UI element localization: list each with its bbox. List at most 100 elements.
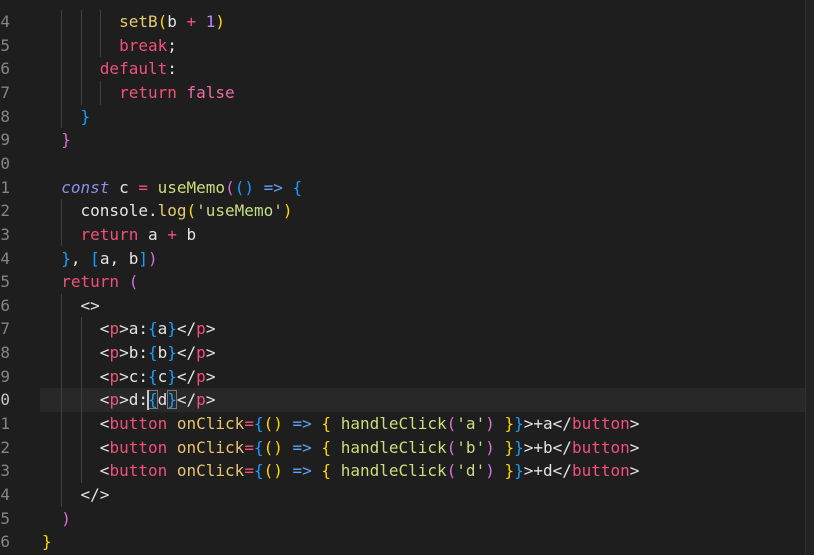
code-token: ] [138, 248, 148, 268]
code-token: } [167, 343, 177, 363]
line-number[interactable]: 6 [0, 294, 10, 318]
line-number[interactable]: 5 [0, 34, 10, 58]
code-line[interactable]: return false [42, 80, 235, 105]
code-token: >c: [119, 366, 148, 386]
line-number[interactable]: 0 [0, 388, 10, 412]
code-token: < [99, 414, 110, 434]
code-token: console. [80, 201, 158, 221]
code-editor[interactable]: setB(b + 1) break; default: return false… [0, 0, 814, 555]
line-number[interactable]: 7 [0, 317, 10, 341]
line-number[interactable]: 3 [0, 459, 10, 483]
code-token: ) [282, 201, 293, 221]
line-number[interactable]: 9 [0, 128, 10, 152]
code-token: </ [176, 390, 197, 410]
code-line[interactable]: break; [42, 33, 177, 58]
line-number[interactable]: 4 [0, 10, 10, 34]
code-token: } [504, 461, 515, 481]
code-token: onClick [176, 461, 245, 481]
code-token: p [196, 343, 206, 363]
code-line[interactable]: }, [a, b]) [42, 247, 158, 271]
line-number[interactable]: 3 [0, 223, 10, 247]
code-line[interactable]: return ( [42, 270, 138, 294]
code-line[interactable]: <p>a:{a}</p> [42, 317, 215, 342]
code-line[interactable]: <button onClick={() => { handleClick('b'… [42, 435, 639, 460]
line-number[interactable]: 5 [0, 270, 10, 294]
line-number[interactable]: 0 [0, 152, 10, 176]
code-token: 'd' [456, 461, 486, 481]
code-line[interactable]: </> [42, 483, 109, 507]
code-token: 'b' [456, 437, 486, 457]
code-token: < [99, 461, 110, 481]
line-number[interactable]: 2 [0, 436, 10, 460]
code-line[interactable]: ) [42, 507, 71, 531]
code-token: 1 [205, 12, 216, 31]
code-token: () [263, 461, 283, 481]
code-token: { [253, 437, 264, 457]
code-token: d [157, 390, 168, 410]
code-token: () [234, 177, 254, 197]
line-number[interactable]: 8 [0, 105, 10, 129]
code-token: } [42, 532, 52, 552]
code-token: { [147, 319, 158, 339]
code-token: p [109, 343, 120, 363]
code-line[interactable]: } [42, 128, 71, 152]
line-number[interactable]: 1 [0, 176, 10, 200]
code-line[interactable]: default: [42, 57, 177, 81]
line-number[interactable]: 1 [0, 412, 10, 436]
code-token: ( [186, 201, 197, 221]
code-token: onClick [176, 414, 245, 434]
code-token: </> [80, 485, 110, 504]
code-token: = [244, 461, 254, 481]
code-line[interactable]: const c = useMemo(() => { [42, 176, 302, 200]
code-line[interactable]: return a + b [42, 222, 196, 247]
line-number[interactable]: 6 [0, 57, 10, 81]
code-line[interactable]: <button onClick={() => { handleClick('a'… [42, 412, 639, 436]
code-line[interactable]: } [42, 530, 52, 554]
code-token: + [186, 12, 197, 31]
line-number[interactable]: 4 [0, 483, 10, 507]
code-token: return [80, 224, 139, 244]
code-line[interactable]: <> [42, 293, 100, 318]
code-token: ; [167, 35, 177, 55]
code-token: } [61, 130, 71, 150]
code-line[interactable]: <p>b:{b}</p> [42, 341, 215, 365]
code-line[interactable]: setB(b + 1) [42, 10, 225, 34]
code-token: => [292, 414, 312, 434]
line-number[interactable]: 9 [0, 365, 10, 389]
code-token: => [263, 177, 283, 197]
code-line[interactable]: <p>d:{d}</p> [42, 388, 215, 413]
code-token: button [571, 461, 630, 481]
code-token: default [99, 59, 168, 79]
code-line[interactable]: <p>c:{c}</p> [42, 364, 216, 389]
code-token: ) [147, 248, 158, 268]
code-token: > [205, 366, 216, 386]
line-number[interactable]: 4 [0, 247, 10, 271]
line-number[interactable]: 2 [0, 199, 10, 223]
code-token: </ [176, 366, 197, 386]
code-line[interactable]: console.log('useMemo') [42, 199, 292, 223]
line-number[interactable]: 8 [0, 341, 10, 365]
code-token: handleClick [340, 437, 447, 457]
code-line[interactable]: <button onClick={() => { handleClick('d'… [42, 459, 639, 483]
line-number[interactable]: 7 [0, 81, 10, 105]
code-token: c [157, 366, 168, 386]
vertical-scrollbar[interactable] [805, 0, 814, 555]
code-token: } [80, 106, 91, 126]
code-token: { [321, 461, 332, 481]
line-number[interactable]: 6 [0, 530, 10, 554]
code-token: p [196, 390, 206, 410]
line-number[interactable]: 5 [0, 507, 10, 531]
code-token: < [99, 437, 110, 457]
code-line[interactable]: } [42, 104, 91, 129]
